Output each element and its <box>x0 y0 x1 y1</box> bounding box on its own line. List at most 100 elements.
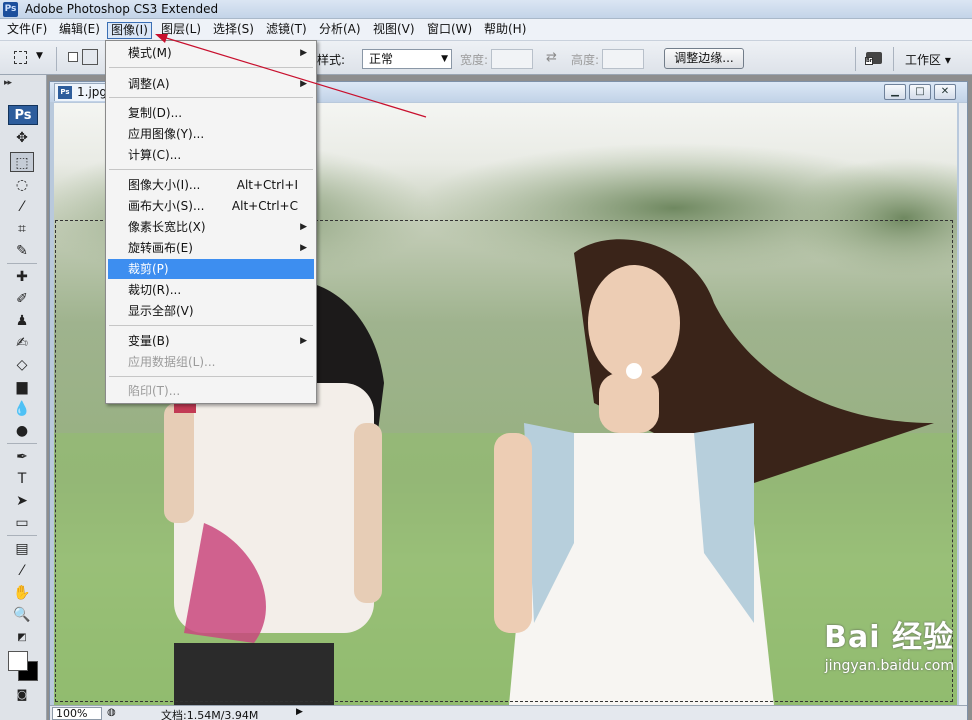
menu-edit[interactable]: 编辑(E) <box>56 22 103 39</box>
marquee-tool-icon[interactable]: ⬚ <box>10 152 34 172</box>
watermark: Bai 经验 jingyan.baidu.com <box>824 612 954 674</box>
menu-item-pixel-aspect-ratio[interactable]: 像素长宽比(X) ▶ <box>108 217 314 237</box>
image-menu-dropdown: 模式(M) ▶ 调整(A) ▶ 复制(D)... 应用图像(Y)... 计算(C).… <box>105 40 317 404</box>
menu-item-variables[interactable]: 变量(B) ▶ <box>108 331 314 351</box>
chevron-down-icon: ▼ <box>441 54 448 64</box>
menu-filter[interactable]: 滤镜(T) <box>263 22 310 39</box>
menu-item-label: 画布大小(S)... <box>128 199 205 213</box>
bridge-badge-icon: Br <box>865 57 873 65</box>
document-tab[interactable]: Ps 1.jpg <box>54 83 113 101</box>
style-select[interactable]: 正常 ▼ <box>362 49 452 69</box>
crop-tool-icon[interactable]: ⌗ <box>10 219 34 239</box>
divider <box>7 443 37 444</box>
menu-item-image-size[interactable]: 图像大小(I)... Alt+Ctrl+I <box>108 175 314 195</box>
menu-item-shortcut: Alt+Ctrl+I <box>236 178 298 192</box>
dodge-tool-icon[interactable]: ● <box>10 421 34 441</box>
maximize-button[interactable]: □ <box>909 84 931 100</box>
status-bar: 100% ◍ 文档:1.54M/3.94M ▶ <box>50 705 967 720</box>
width-field[interactable] <box>491 49 533 69</box>
tools-panel: ▸▸ Ps ✥ ⬚ ◌ ⁄ ⌗ ✎ ✚ ✐ ♟ ✍ ◇ ▆ 💧 ● ✒ T ➤ … <box>0 75 47 720</box>
type-tool-icon[interactable]: T <box>10 469 34 489</box>
add-to-selection-mode-button[interactable] <box>82 49 98 65</box>
submenu-arrow-icon: ▶ <box>300 79 307 89</box>
rectangular-marquee-icon <box>14 51 27 64</box>
divider <box>893 47 894 71</box>
menu-item-mode[interactable]: 模式(M) ▶ <box>108 43 314 63</box>
chevron-right-icon[interactable]: ▶ <box>296 707 303 717</box>
menu-item-label: 调整(A) <box>128 77 170 91</box>
blur-tool-icon[interactable]: 💧 <box>10 399 34 419</box>
submenu-arrow-icon: ▶ <box>300 222 307 232</box>
brush-tool-icon[interactable]: ✐ <box>10 289 34 309</box>
menu-item-label: 旋转画布(E) <box>128 241 193 255</box>
default-colors-icon[interactable]: ◩ <box>10 628 34 648</box>
slice-tool-icon[interactable]: ✎ <box>10 241 34 261</box>
healing-brush-tool-icon[interactable]: ✚ <box>10 267 34 287</box>
lasso-tool-icon[interactable]: ◌ <box>10 175 34 195</box>
pen-tool-icon[interactable]: ✒ <box>10 447 34 467</box>
eraser-tool-icon[interactable]: ◇ <box>10 355 34 375</box>
hand-tool-icon[interactable]: ✋ <box>10 583 34 603</box>
menu-analysis[interactable]: 分析(A) <box>316 22 364 39</box>
divider <box>7 535 37 536</box>
menu-layer[interactable]: 图层(L) <box>158 22 204 39</box>
menu-image[interactable]: 图像(I) <box>107 22 152 39</box>
zoom-field[interactable]: 100% <box>52 707 102 720</box>
divider <box>7 263 37 264</box>
divider <box>109 97 313 98</box>
clone-stamp-tool-icon[interactable]: ♟ <box>10 311 34 331</box>
style-label: 样式: <box>317 53 346 67</box>
foreground-color-swatch[interactable] <box>8 651 28 671</box>
window-title: Adobe Photoshop CS3 Extended <box>25 2 219 16</box>
menu-item-trim[interactable]: 裁切(R)... <box>108 280 314 300</box>
menu-item-calculations[interactable]: 计算(C)... <box>108 145 314 165</box>
history-brush-tool-icon[interactable]: ✍ <box>10 333 34 353</box>
bridge-icon[interactable]: Br <box>864 49 886 67</box>
chevron-down-icon: ▼ <box>36 51 43 61</box>
photoshop-badge-icon[interactable]: Ps <box>8 105 38 125</box>
path-selection-tool-icon[interactable]: ➤ <box>10 491 34 511</box>
menu-item-rotate-canvas[interactable]: 旋转画布(E) ▶ <box>108 238 314 258</box>
new-selection-mode-button[interactable] <box>68 52 78 62</box>
menu-item-apply-image[interactable]: 应用图像(Y)... <box>108 124 314 144</box>
menu-item-canvas-size[interactable]: 画布大小(S)... Alt+Ctrl+C <box>108 196 314 216</box>
zoom-tool-icon[interactable]: 🔍 <box>10 605 34 625</box>
eyedropper-tool-icon[interactable]: ⁄ <box>10 561 34 581</box>
swap-icon[interactable]: ⇄ <box>546 50 557 65</box>
panel-grip-icon[interactable]: ▸▸ <box>4 78 12 88</box>
gradient-tool-icon[interactable]: ▆ <box>10 377 34 397</box>
minimize-button[interactable]: ▁ <box>884 84 906 100</box>
menu-item-label: 陷印(T)... <box>128 384 181 398</box>
menu-item-label: 应用数据组(L)... <box>128 355 216 369</box>
height-field[interactable] <box>602 49 644 69</box>
tool-preset-picker[interactable]: ▼ <box>10 49 46 67</box>
menu-item-reveal-all[interactable]: 显示全部(V) <box>108 301 314 321</box>
divider <box>56 47 57 71</box>
vertical-scrollbar[interactable] <box>959 103 967 705</box>
magic-wand-tool-icon[interactable]: ⁄ <box>10 197 34 217</box>
menu-file[interactable]: 文件(F) <box>4 22 50 39</box>
menu-item-label: 模式(M) <box>128 46 172 60</box>
menu-view[interactable]: 视图(V) <box>370 22 418 39</box>
close-button[interactable]: ✕ <box>934 84 956 100</box>
refine-edge-button[interactable]: 调整边缘... <box>664 48 744 69</box>
menu-help[interactable]: 帮助(H) <box>481 22 529 39</box>
workspace-button[interactable]: 工作区 ▾ <box>905 51 951 68</box>
menu-window[interactable]: 窗口(W) <box>424 22 475 39</box>
quick-mask-icon[interactable]: ◙ <box>10 685 34 705</box>
menu-item-label: 裁切(R)... <box>128 283 182 297</box>
menu-item-adjustments[interactable]: 调整(A) ▶ <box>108 74 314 94</box>
divider <box>109 169 313 170</box>
menu-select[interactable]: 选择(S) <box>210 22 257 39</box>
menu-item-label: 裁剪(P) <box>128 262 169 276</box>
menu-item-label: 像素长宽比(X) <box>128 220 206 234</box>
shape-tool-icon[interactable]: ▭ <box>10 513 34 533</box>
menu-item-duplicate[interactable]: 复制(D)... <box>108 103 314 123</box>
notes-tool-icon[interactable]: ▤ <box>10 539 34 559</box>
move-tool-icon[interactable]: ✥ <box>10 128 34 148</box>
document-info: 文档:1.54M/3.94M <box>161 709 259 720</box>
menu-item-crop[interactable]: 裁剪(P) <box>108 259 314 279</box>
info-icon[interactable]: ◍ <box>107 707 116 718</box>
width-label: 宽度: <box>460 53 489 67</box>
menu-item-apply-data-set: 应用数据组(L)... <box>108 352 314 372</box>
